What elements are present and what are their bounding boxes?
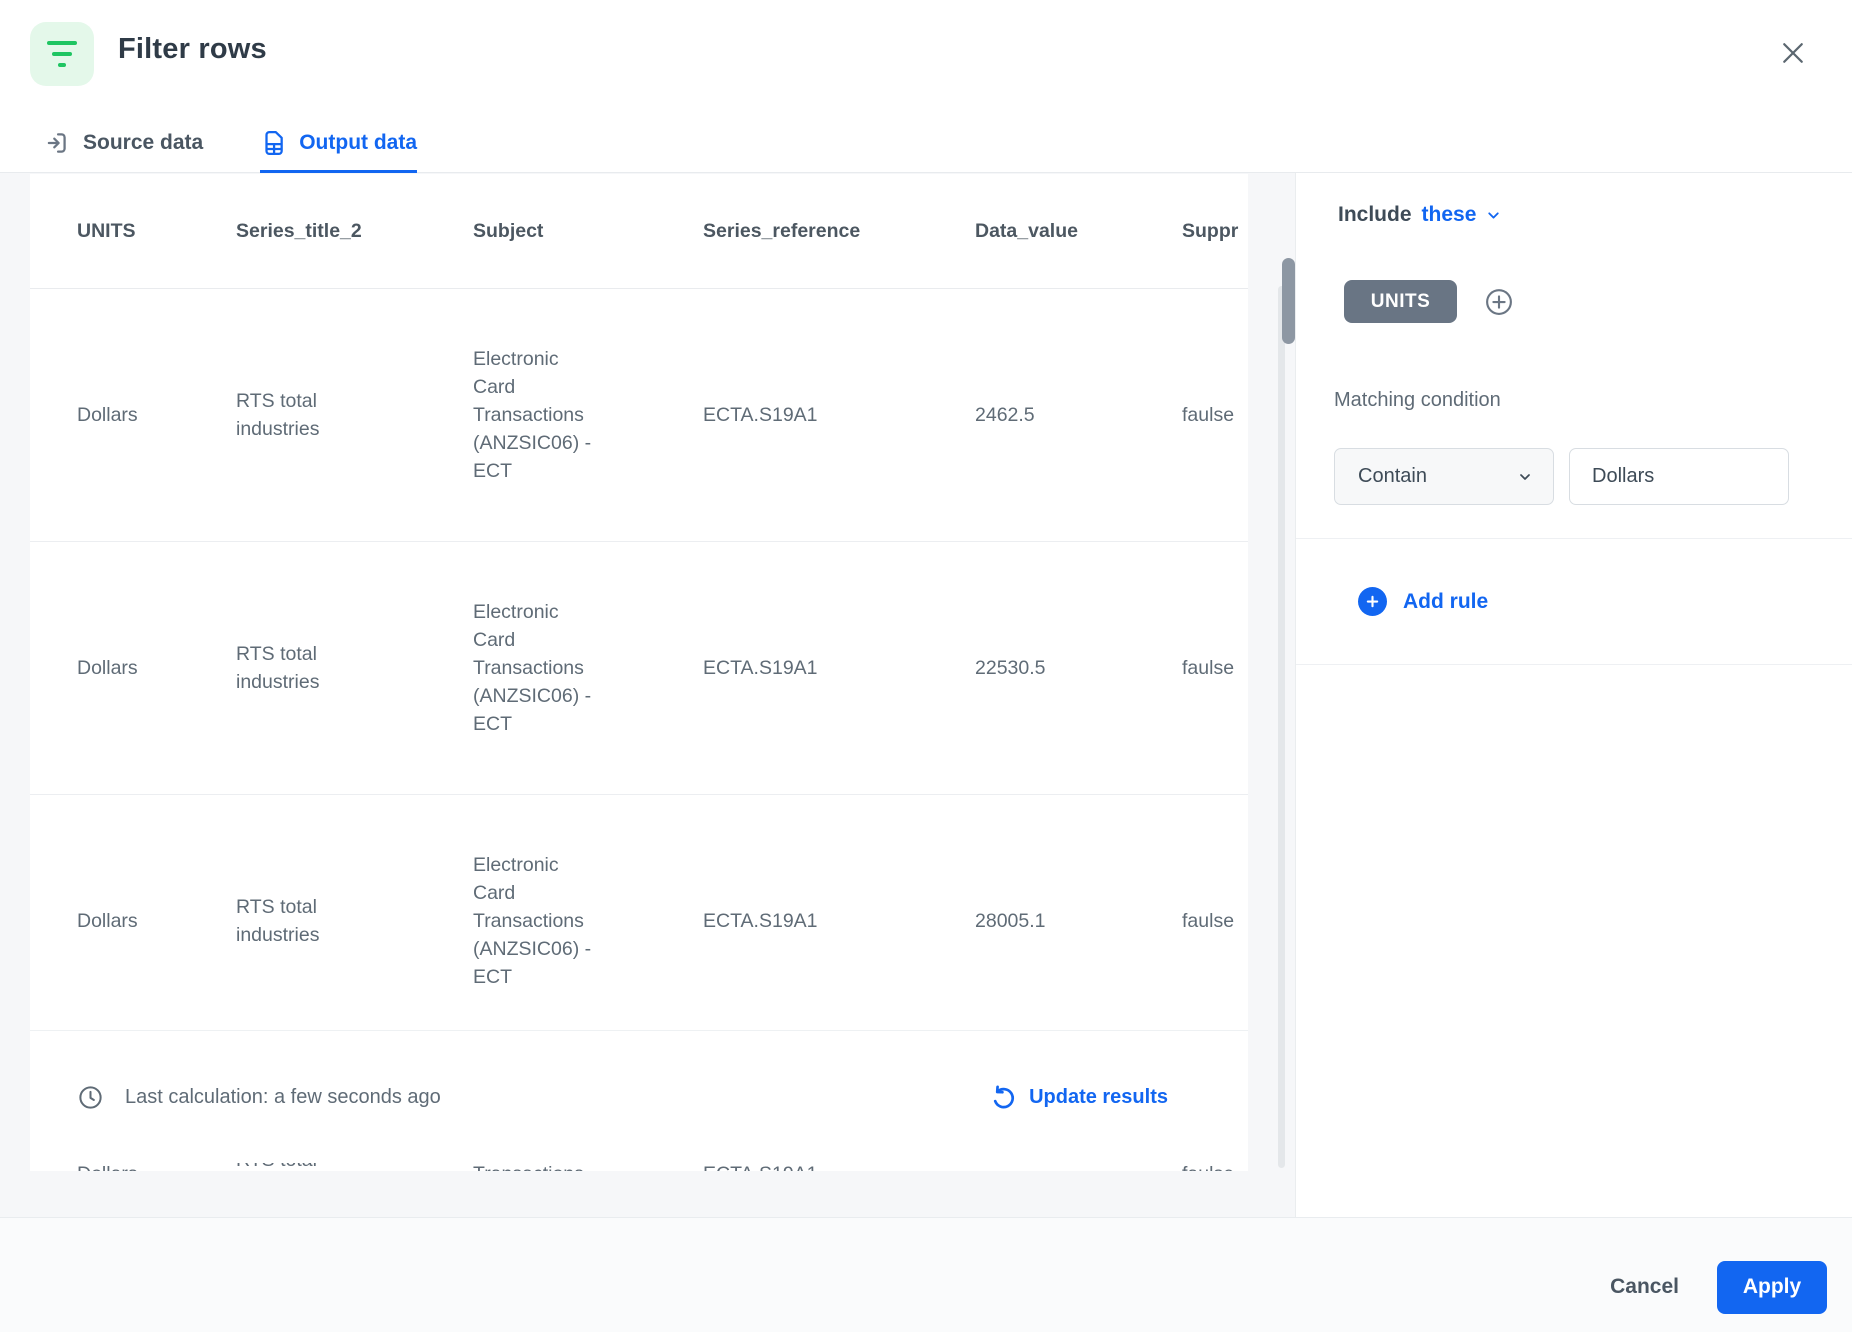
cell-series_title_2: RTS total industries (236, 643, 320, 693)
refresh-icon (993, 1084, 1015, 1108)
filter-settings-panel: Include these UNITS Matching condition C… (1295, 173, 1852, 1217)
output-data-icon (265, 131, 284, 155)
filter-column-chip[interactable]: UNITS (1344, 280, 1457, 323)
source-data-icon (47, 133, 66, 153)
cell-subject: Electronic Card Transactions (ANZSIC06) … (473, 601, 592, 735)
results-bar: Last calculation: a few seconds ago Upda… (30, 1030, 1248, 1163)
cell-series_reference: ECTA.S19A1 (703, 404, 818, 426)
column-header-series_title_2: Series_title_2 (236, 219, 362, 242)
chevron-down-icon (1488, 211, 1500, 219)
column-header-series_reference: Series_reference (703, 219, 861, 242)
condition-value-input[interactable] (1569, 448, 1789, 505)
close-button[interactable] (1776, 36, 1810, 70)
clock-icon (79, 1085, 102, 1109)
cell-data_value: 2462.5 (975, 404, 1035, 426)
plus-icon (1358, 587, 1387, 616)
cell-series_title_2: RTS total industries (236, 896, 320, 946)
table-scrollbar-thumb[interactable] (1282, 258, 1295, 344)
table-scrollbar-track[interactable] (1278, 286, 1285, 1168)
cell-data_value: 22530.5 (975, 657, 1046, 679)
include-label: Include (1338, 203, 1412, 226)
update-results-label: Update results (1029, 1085, 1168, 1108)
last-calculation: Last calculation: a few seconds ago (77, 1084, 441, 1111)
condition-select[interactable]: Contain (1334, 448, 1554, 505)
tab-label: Source data (83, 131, 204, 154)
condition-value: Contain (1358, 465, 1427, 487)
include-row: Include these (1338, 203, 1502, 227)
cell-series_title_2: RTS total industries (236, 390, 320, 440)
cell-subject: Electronic Card Transactions (ANZSIC06) … (473, 348, 592, 482)
dialog-footer: Cancel Apply (0, 1217, 1852, 1332)
cell-units: Dollars (77, 910, 138, 932)
cell-units: Dollars (77, 657, 138, 679)
update-results-button[interactable]: Update results (988, 1084, 1168, 1111)
include-mode-dropdown[interactable]: these (1422, 203, 1503, 227)
table-row: Dollars RTS total industries Electronic Ca… (30, 542, 1248, 795)
add-column-button[interactable] (1484, 287, 1514, 317)
panel-divider (1296, 664, 1852, 665)
cell-suppressed: faulse (1182, 657, 1235, 679)
cell-series_reference: ECTA.S19A1 (703, 910, 818, 932)
column-header-units: UNITS (77, 219, 136, 242)
cancel-button[interactable]: Cancel (1610, 1275, 1679, 1299)
tab-bar: Source data Output data (44, 130, 418, 173)
include-mode-value: these (1421, 203, 1477, 226)
cell-units: Dollars (77, 404, 138, 426)
table-row: Dollars RTS total industries Electronic Ca… (30, 795, 1248, 1048)
dialog-body: UNITS Series_title_2 Subject Series_referen… (0, 173, 1852, 1217)
dialog-header: Filter rows Source data Output data (0, 0, 1852, 173)
cell-suppressed: faulse (1182, 910, 1235, 932)
column-header-subject: Subject (473, 219, 544, 242)
output-data-table: UNITS Series_title_2 Subject Series_referen… (30, 174, 1248, 1171)
apply-button[interactable]: Apply (1717, 1260, 1827, 1314)
filter-rows-icon (30, 22, 94, 86)
cell-series_reference: ECTA.S19A1 (703, 657, 818, 679)
cell-suppressed: faulse (1182, 404, 1235, 426)
table-header-row: UNITS Series_title_2 Subject Series_referen… (30, 174, 1248, 289)
add-rule-label: Add rule (1403, 589, 1489, 613)
cell-subject: Electronic Card Transactions (ANZSIC06) … (473, 854, 592, 988)
plus-circle-icon (1486, 289, 1512, 315)
filter-rows-dialog: Filter rows Source data Output data UNIT… (0, 0, 1852, 1332)
table-row: Dollars RTS total industries Electronic Ca… (30, 289, 1248, 542)
tab-label: Output data (299, 131, 418, 154)
matching-condition-label: Matching condition (1334, 389, 1501, 411)
page-title: Filter rows (118, 33, 267, 65)
tab-source-data[interactable]: Source data (44, 130, 203, 173)
tab-output-data[interactable]: Output data (260, 130, 418, 173)
column-header-suppressed: Suppr (1182, 219, 1239, 242)
last-calculation-text: Last calculation: a few seconds ago (125, 1085, 441, 1108)
cell-data_value: 28005.1 (975, 910, 1046, 932)
column-header-data_value: Data_value (975, 219, 1078, 242)
chevron-down-icon (1520, 473, 1530, 480)
close-icon (1783, 43, 1803, 63)
panel-divider (1296, 538, 1852, 539)
add-rule-button[interactable]: Add rule (1358, 587, 1488, 616)
